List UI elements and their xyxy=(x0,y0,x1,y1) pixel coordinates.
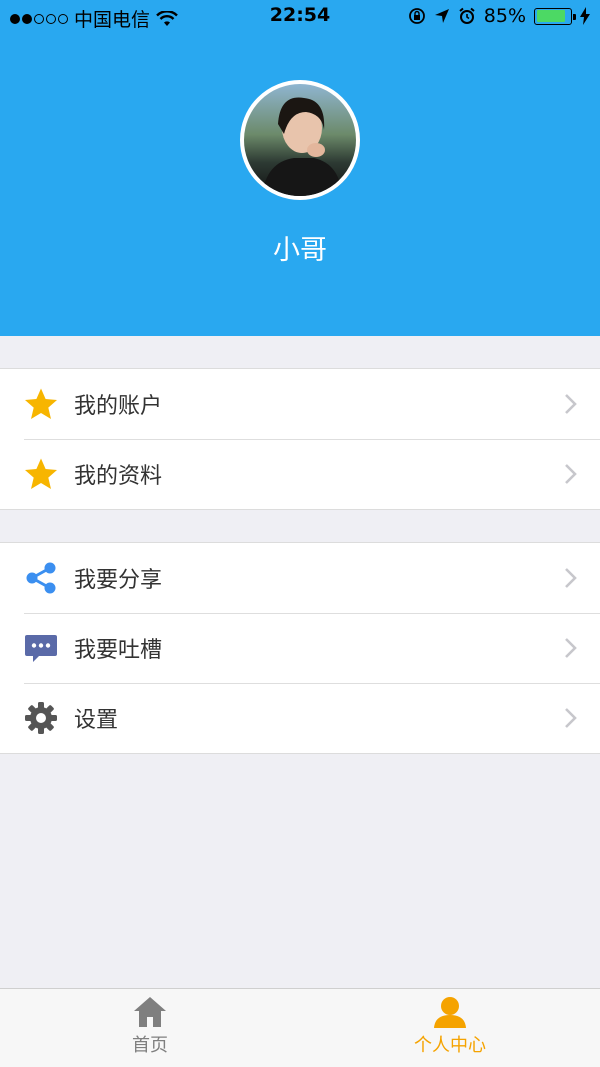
chat-bubble-icon xyxy=(24,631,58,665)
rotation-lock-icon xyxy=(408,8,425,24)
tab-home[interactable]: 首页 xyxy=(0,989,300,1067)
star-icon xyxy=(24,387,58,421)
profile-name: 小哥 xyxy=(273,235,327,266)
account-menu-group: 我的账户 我的资料 xyxy=(0,368,600,510)
chevron-right-icon xyxy=(565,568,577,588)
tab-label: 个人中心 xyxy=(414,1035,486,1056)
menu-item-settings[interactable]: 设置 xyxy=(0,683,600,753)
person-icon xyxy=(434,997,466,1028)
status-right: 85% xyxy=(408,5,590,27)
location-arrow-icon xyxy=(434,9,449,23)
chevron-right-icon xyxy=(565,708,577,728)
status-bar: 中国电信 22:54 85% xyxy=(0,0,600,34)
battery-percent: 85% xyxy=(483,5,526,27)
alarm-icon xyxy=(459,7,475,24)
profile-header: 中国电信 22:54 85% 小哥 xyxy=(0,0,600,336)
menu-item-label: 我要吐槽 xyxy=(74,638,163,663)
social-menu-group: 我要分享 我要吐槽 设置 xyxy=(0,542,600,754)
menu-item-label: 我要分享 xyxy=(74,568,163,593)
menu-item-my-profile[interactable]: 我的资料 xyxy=(0,439,600,509)
tab-bar: 首页 个人中心 xyxy=(0,988,600,1067)
menu-item-feedback[interactable]: 我要吐槽 xyxy=(0,613,600,683)
gear-icon xyxy=(24,701,58,735)
chevron-right-icon xyxy=(565,394,577,414)
tab-label: 首页 xyxy=(132,1035,168,1056)
avatar[interactable] xyxy=(240,80,360,200)
menu-item-my-account[interactable]: 我的账户 xyxy=(0,369,600,439)
menu-item-label: 我的账户 xyxy=(74,394,163,419)
battery-icon xyxy=(534,7,576,25)
home-icon xyxy=(134,997,166,1027)
menu-item-label: 设置 xyxy=(74,708,119,733)
share-icon xyxy=(24,561,58,595)
menu-item-label: 我的资料 xyxy=(74,464,163,489)
chevron-right-icon xyxy=(565,464,577,484)
chevron-right-icon xyxy=(565,638,577,658)
avatar-photo-icon xyxy=(262,97,342,196)
tab-profile-center[interactable]: 个人中心 xyxy=(300,989,600,1067)
menu-item-share[interactable]: 我要分享 xyxy=(0,543,600,613)
star-icon xyxy=(24,457,58,491)
charging-bolt-icon xyxy=(580,7,590,25)
